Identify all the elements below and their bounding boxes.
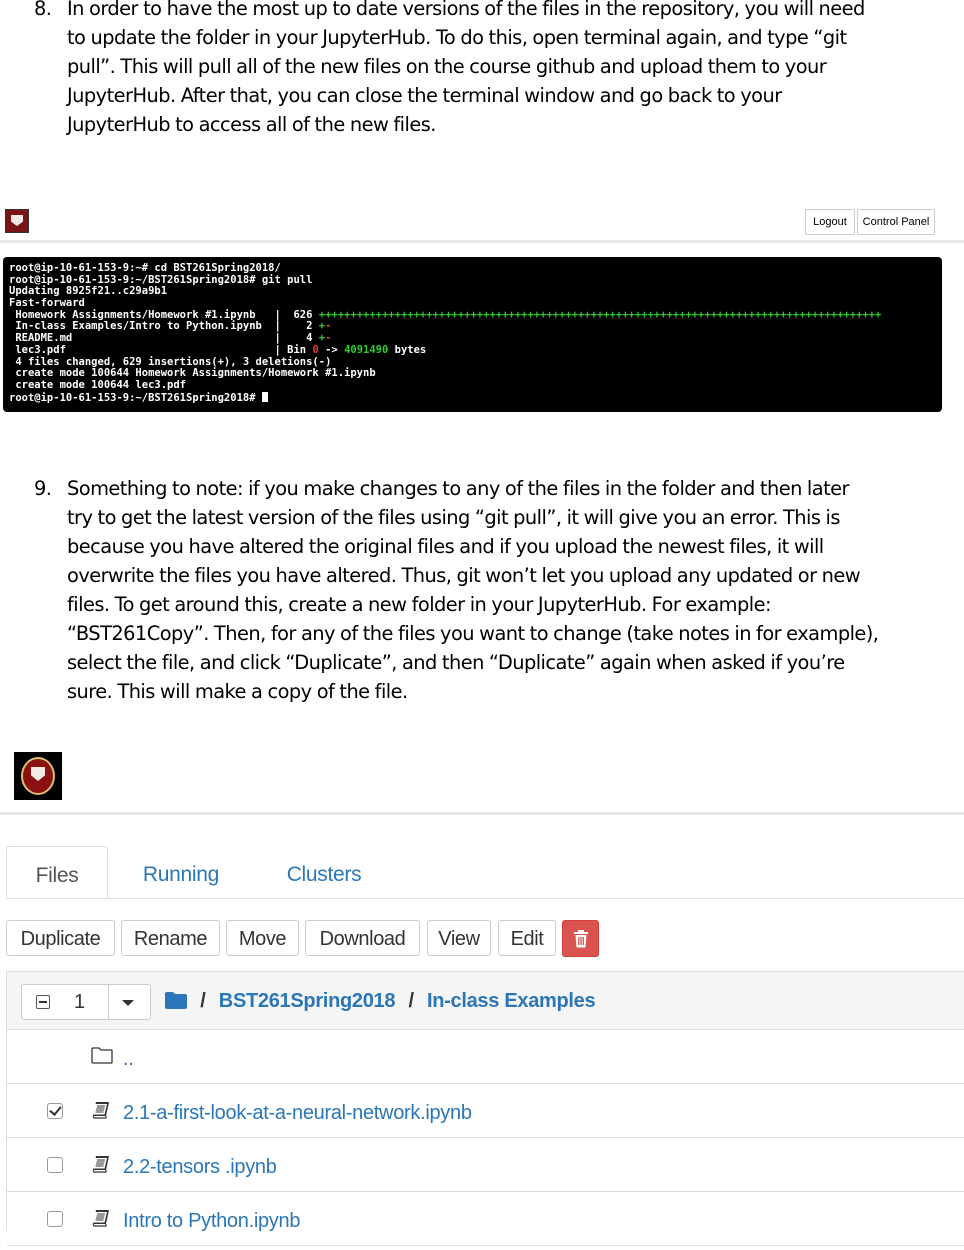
file-link[interactable]: 2.2-tensors .ipynb: [123, 1138, 277, 1196]
harvard-shield-logo-icon: [14, 752, 62, 800]
duplicate-button[interactable]: Duplicate: [6, 920, 115, 956]
step-9: 9. Something to note: if you make change…: [34, 474, 962, 714]
terminal-line: create mode 100644 lec3.pdf: [9, 378, 187, 391]
list-item-parent-dir[interactable]: ..: [7, 1030, 964, 1084]
step-9-number: 9.: [34, 477, 52, 500]
terminal-line: Updating 8925f21..c29a9b1: [9, 285, 168, 298]
folder-outline-icon: [91, 1047, 113, 1064]
breadcrumb-bst261spring2018[interactable]: BST261Spring2018: [219, 990, 396, 1012]
view-button[interactable]: View: [427, 920, 491, 956]
select-all-dropdown[interactable]: 1: [21, 984, 151, 1020]
terminal-line: root@ip-10-61-153-9:~# cd BST261Spring20…: [9, 262, 281, 274]
header-divider: [0, 812, 964, 815]
terminal-screenshot: Logout Control Panel root@ip-10-61-153-9…: [0, 200, 964, 412]
notebook-icon: [92, 1156, 109, 1173]
trash-icon: [574, 930, 588, 948]
file-list-header: 1 / BST261Spring2018 / In-class Examples: [7, 972, 964, 1030]
delete-button[interactable]: [562, 920, 599, 957]
move-button[interactable]: Move: [226, 920, 299, 956]
step-8: 8. In order to have the most up to date …: [34, 0, 962, 144]
file-checkbox[interactable]: [47, 1211, 63, 1227]
edit-button[interactable]: Edit: [498, 920, 556, 956]
file-link[interactable]: Intro to Python.ipynb: [123, 1192, 300, 1250]
file-checkbox[interactable]: [47, 1103, 63, 1119]
jupyterhub-header: Logout Control Panel: [0, 200, 964, 243]
breadcrumb-separator: /: [200, 990, 206, 1012]
tab-running[interactable]: Running: [126, 846, 236, 898]
selected-count: 1: [74, 991, 86, 1013]
list-item[interactable]: Intro to Python.ipynb: [7, 1192, 964, 1246]
list-item[interactable]: 2.2-tensors .ipynb: [7, 1138, 964, 1192]
terminal-cursor: [261, 391, 268, 402]
breadcrumb: / BST261Spring2018 / In-class Examples: [165, 986, 596, 1016]
breadcrumb-in-class-examples[interactable]: In-class Examples: [427, 990, 596, 1012]
control-panel-button[interactable]: Control Panel: [857, 209, 935, 235]
list-item[interactable]: 2.1-a-first-look-at-a-neural-network.ipy…: [7, 1084, 964, 1138]
tab-clusters[interactable]: Clusters: [268, 846, 380, 898]
chevron-down-icon[interactable]: [122, 1000, 134, 1006]
file-list: 1 / BST261Spring2018 / In-class Examples…: [6, 971, 964, 1246]
file-checkbox[interactable]: [47, 1157, 63, 1173]
rename-button[interactable]: Rename: [121, 920, 220, 956]
notebook-icon: [92, 1102, 109, 1119]
terminal-line: lec3.pdf | Bin 0 -> 4091490 bytes: [9, 343, 427, 356]
parent-dir-link[interactable]: ..: [123, 1030, 134, 1088]
file-link[interactable]: 2.1-a-first-look-at-a-neural-network.ipy…: [123, 1084, 472, 1142]
terminal-window[interactable]: root@ip-10-61-153-9:~# cd BST261Spring20…: [3, 257, 942, 412]
tab-bar: Files Running Clusters: [6, 846, 964, 899]
step-8-text: In order to have the most up to date ver…: [67, 0, 865, 136]
terminal-line: root@ip-10-61-153-9:~/BST261Spring2018#: [9, 391, 936, 403]
step-8-number: 8.: [34, 0, 52, 20]
diff-plus: ++++++++++++++++++++++++++++++++++++++++…: [318, 308, 882, 321]
folder-icon: [165, 992, 187, 1009]
tab-files[interactable]: Files: [6, 846, 108, 898]
partial-select-checkbox[interactable]: [36, 995, 50, 1009]
breadcrumb-separator: /: [408, 990, 414, 1012]
step-9-text: Something to note: if you make changes t…: [67, 477, 879, 703]
notebook-icon: [92, 1210, 109, 1227]
download-button[interactable]: Download: [305, 920, 420, 956]
logout-button[interactable]: Logout: [805, 209, 855, 235]
harvard-logo-icon: [5, 209, 29, 233]
